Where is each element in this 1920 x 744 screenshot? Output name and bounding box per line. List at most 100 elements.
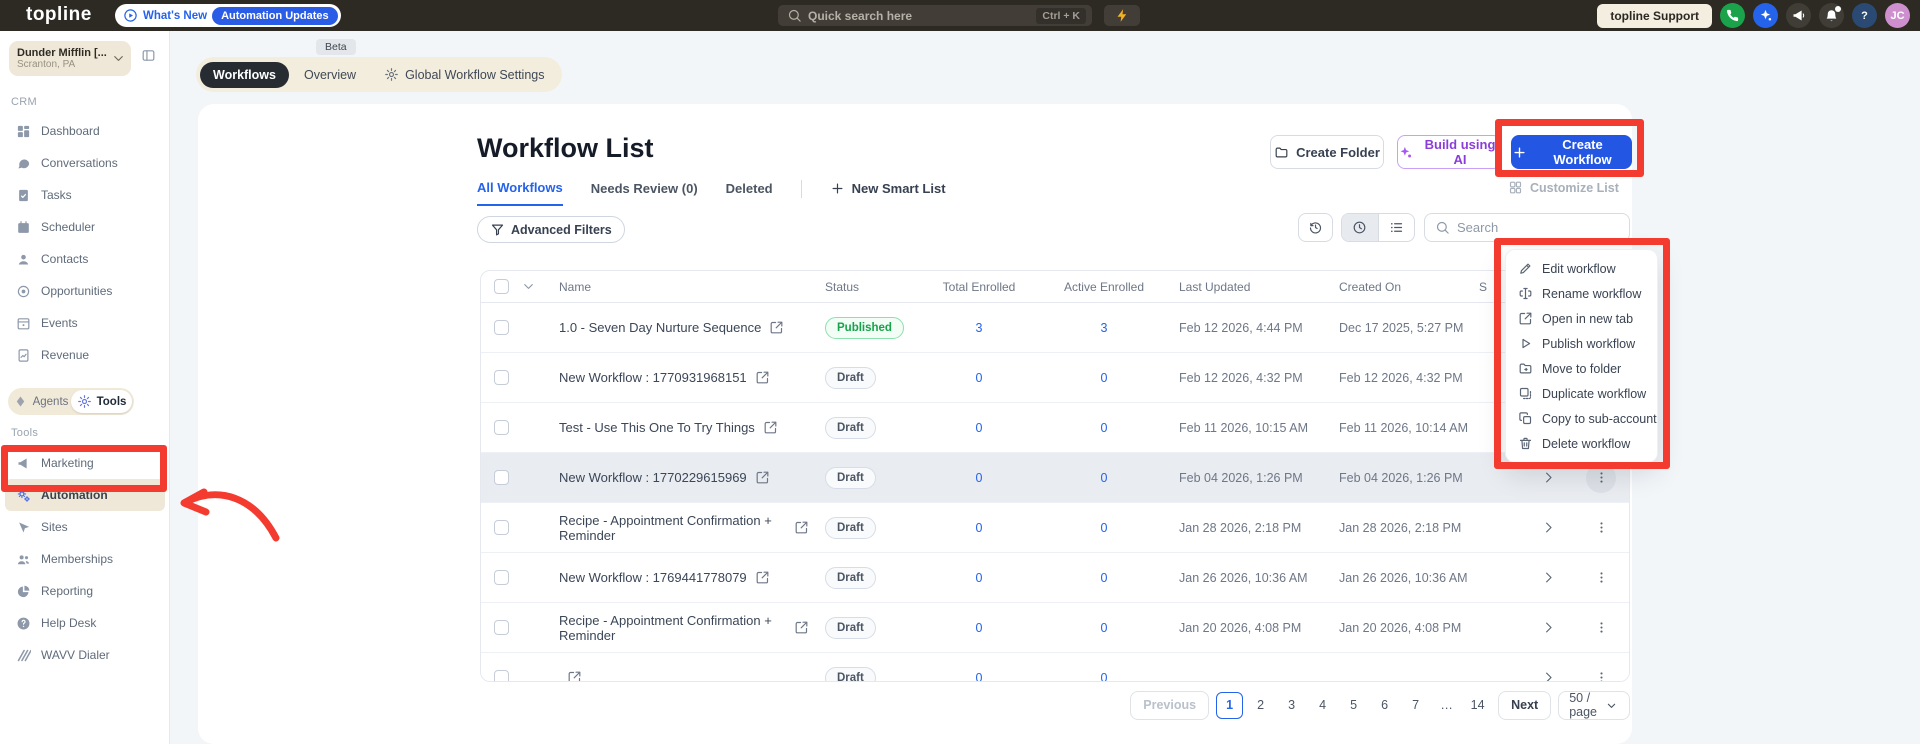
select-all-checkbox[interactable] <box>494 279 509 294</box>
sidebar-item-reporting[interactable]: Reporting <box>0 575 170 607</box>
page-size-select[interactable]: 50 / page <box>1558 691 1630 720</box>
workflow-name[interactable]: New Workflow : 1770229615969 <box>559 470 747 485</box>
page-14[interactable]: 14 <box>1464 692 1491 719</box>
table-row[interactable]: Recipe - Appointment Confirmation + Remi… <box>481 503 1629 553</box>
next-page-button[interactable]: Next <box>1498 691 1551 720</box>
active-enrolled-value[interactable]: 0 <box>1039 521 1169 535</box>
sidebar-item-dashboard[interactable]: Dashboard <box>0 115 170 147</box>
history-button[interactable] <box>1298 213 1333 242</box>
sidebar-item-conversations[interactable]: Conversations <box>0 147 170 179</box>
menu-item-delete-workflow[interactable]: Delete workflow <box>1506 431 1657 456</box>
toggle-tools[interactable]: Tools <box>71 390 132 413</box>
total-enrolled-value[interactable]: 0 <box>919 571 1039 585</box>
header-caret-icon[interactable] <box>521 279 547 294</box>
table-row[interactable]: Draft 0 0 <box>481 653 1629 682</box>
row-actions-button[interactable] <box>1586 463 1616 493</box>
sidebar-item-automation[interactable]: Automation <box>5 479 165 511</box>
sidebar-item-marketing[interactable]: Marketing <box>0 447 170 479</box>
whats-new-pill[interactable]: What's New Automation Updates <box>115 4 341 27</box>
total-enrolled-value[interactable]: 0 <box>919 471 1039 485</box>
active-enrolled-value[interactable]: 0 <box>1039 421 1169 435</box>
workflow-name[interactable]: Test - Use This One To Try Things <box>559 420 755 435</box>
open-external-icon[interactable] <box>794 620 809 635</box>
expand-row-button[interactable] <box>1525 570 1571 585</box>
automation-updates-badge[interactable]: Automation Updates <box>212 7 338 25</box>
page-6[interactable]: 6 <box>1371 692 1398 719</box>
workflow-name[interactable]: New Workflow : 1770931968151 <box>559 370 747 385</box>
page-4[interactable]: 4 <box>1309 692 1336 719</box>
open-external-icon[interactable] <box>755 470 770 485</box>
customize-list-button[interactable]: Customize List <box>1508 180 1619 195</box>
page-1[interactable]: 1 <box>1216 692 1243 719</box>
table-row[interactable]: New Workflow : 1770229615969 Draft 0 0 F… <box>481 453 1629 503</box>
table-row[interactable]: New Workflow : 1770931968151 Draft 0 0 F… <box>481 353 1629 403</box>
tab-deleted[interactable]: Deleted <box>726 181 773 205</box>
workflow-name[interactable]: Recipe - Appointment Confirmation + Remi… <box>559 613 786 643</box>
view-recent-button[interactable] <box>1342 214 1378 241</box>
row-checkbox[interactable] <box>494 320 509 335</box>
open-external-icon[interactable] <box>794 520 809 535</box>
row-actions-button[interactable] <box>1586 663 1616 683</box>
workflow-name[interactable]: Recipe - Appointment Confirmation + Remi… <box>559 513 786 543</box>
advanced-filters-button[interactable]: Advanced Filters <box>477 216 625 243</box>
tab-all-workflows[interactable]: All Workflows <box>477 180 563 206</box>
support-button[interactable]: topline Support <box>1597 4 1712 28</box>
row-checkbox[interactable] <box>494 670 509 682</box>
expand-row-button[interactable] <box>1525 470 1571 485</box>
create-workflow-button[interactable]: Create Workflow <box>1511 135 1632 169</box>
workflow-name[interactable]: 1.0 - Seven Day Nurture Sequence <box>559 320 761 335</box>
sidebar-item-tasks[interactable]: Tasks <box>0 179 170 211</box>
open-external-icon[interactable] <box>763 420 778 435</box>
ai-assistant-button[interactable] <box>1753 3 1778 28</box>
sidebar-item-memberships[interactable]: Memberships <box>0 543 170 575</box>
open-external-icon[interactable] <box>567 670 582 682</box>
menu-item-rename-workflow[interactable]: Rename workflow <box>1506 281 1657 306</box>
tab-needs-review[interactable]: Needs Review (0) <box>591 181 698 205</box>
notifications-button[interactable] <box>1819 3 1844 28</box>
row-checkbox[interactable] <box>494 520 509 535</box>
row-checkbox[interactable] <box>494 570 509 585</box>
announcements-button[interactable] <box>1786 3 1811 28</box>
sidebar-item-revenue[interactable]: Revenue <box>0 339 170 371</box>
open-external-icon[interactable] <box>755 570 770 585</box>
account-switcher[interactable]: Dunder Mifflin [... Scranton, PA <box>9 41 131 76</box>
sidebar-item-opportunities[interactable]: Opportunities <box>0 275 170 307</box>
total-enrolled-value[interactable]: 0 <box>919 371 1039 385</box>
previous-page-button[interactable]: Previous <box>1130 691 1209 720</box>
total-enrolled-value[interactable]: 0 <box>919 521 1039 535</box>
menu-item-edit-workflow[interactable]: Edit workflow <box>1506 256 1657 281</box>
table-row[interactable]: Recipe - Appointment Confirmation + Remi… <box>481 603 1629 653</box>
active-enrolled-value[interactable]: 0 <box>1039 471 1169 485</box>
build-using-ai-button[interactable]: Build using AI <box>1397 135 1501 169</box>
menu-item-publish-workflow[interactable]: Publish workflow <box>1506 331 1657 356</box>
total-enrolled-value[interactable]: 0 <box>919 421 1039 435</box>
page-5[interactable]: 5 <box>1340 692 1367 719</box>
sidebar-item-events[interactable]: Events <box>0 307 170 339</box>
create-folder-button[interactable]: Create Folder <box>1270 135 1384 169</box>
avatar[interactable]: JC <box>1885 3 1910 28</box>
sidebar-item-wavv-dialer[interactable]: WAVV Dialer <box>0 639 170 671</box>
sidebar-item-help-desk[interactable]: Help Desk <box>0 607 170 639</box>
expand-row-button[interactable] <box>1525 670 1571 682</box>
menu-item-copy-to-sub-account[interactable]: Copy to sub-account <box>1506 406 1657 431</box>
page-7[interactable]: 7 <box>1402 692 1429 719</box>
active-enrolled-value[interactable]: 0 <box>1039 621 1169 635</box>
active-enrolled-value[interactable]: 0 <box>1039 371 1169 385</box>
page-2[interactable]: 2 <box>1247 692 1274 719</box>
total-enrolled-value[interactable]: 0 <box>919 671 1039 683</box>
row-actions-button[interactable] <box>1586 613 1616 643</box>
open-external-icon[interactable] <box>755 370 770 385</box>
workflow-name[interactable]: New Workflow : 1769441778079 <box>559 570 747 585</box>
collapse-sidebar-button[interactable] <box>141 48 156 63</box>
sidebar-item-sites[interactable]: Sites <box>0 511 170 543</box>
active-enrolled-value[interactable]: 0 <box>1039 671 1169 683</box>
open-external-icon[interactable] <box>769 320 784 335</box>
row-checkbox[interactable] <box>494 370 509 385</box>
quick-search-input[interactable]: Quick search here Ctrl + K <box>778 5 1092 26</box>
active-enrolled-value[interactable]: 0 <box>1039 571 1169 585</box>
page-3[interactable]: 3 <box>1278 692 1305 719</box>
tab-global-workflow-settings[interactable]: Global Workflow Settings <box>371 61 557 88</box>
sidebar-item-contacts[interactable]: Contacts <box>0 243 170 275</box>
row-checkbox[interactable] <box>494 620 509 635</box>
phone-button[interactable] <box>1720 3 1745 28</box>
